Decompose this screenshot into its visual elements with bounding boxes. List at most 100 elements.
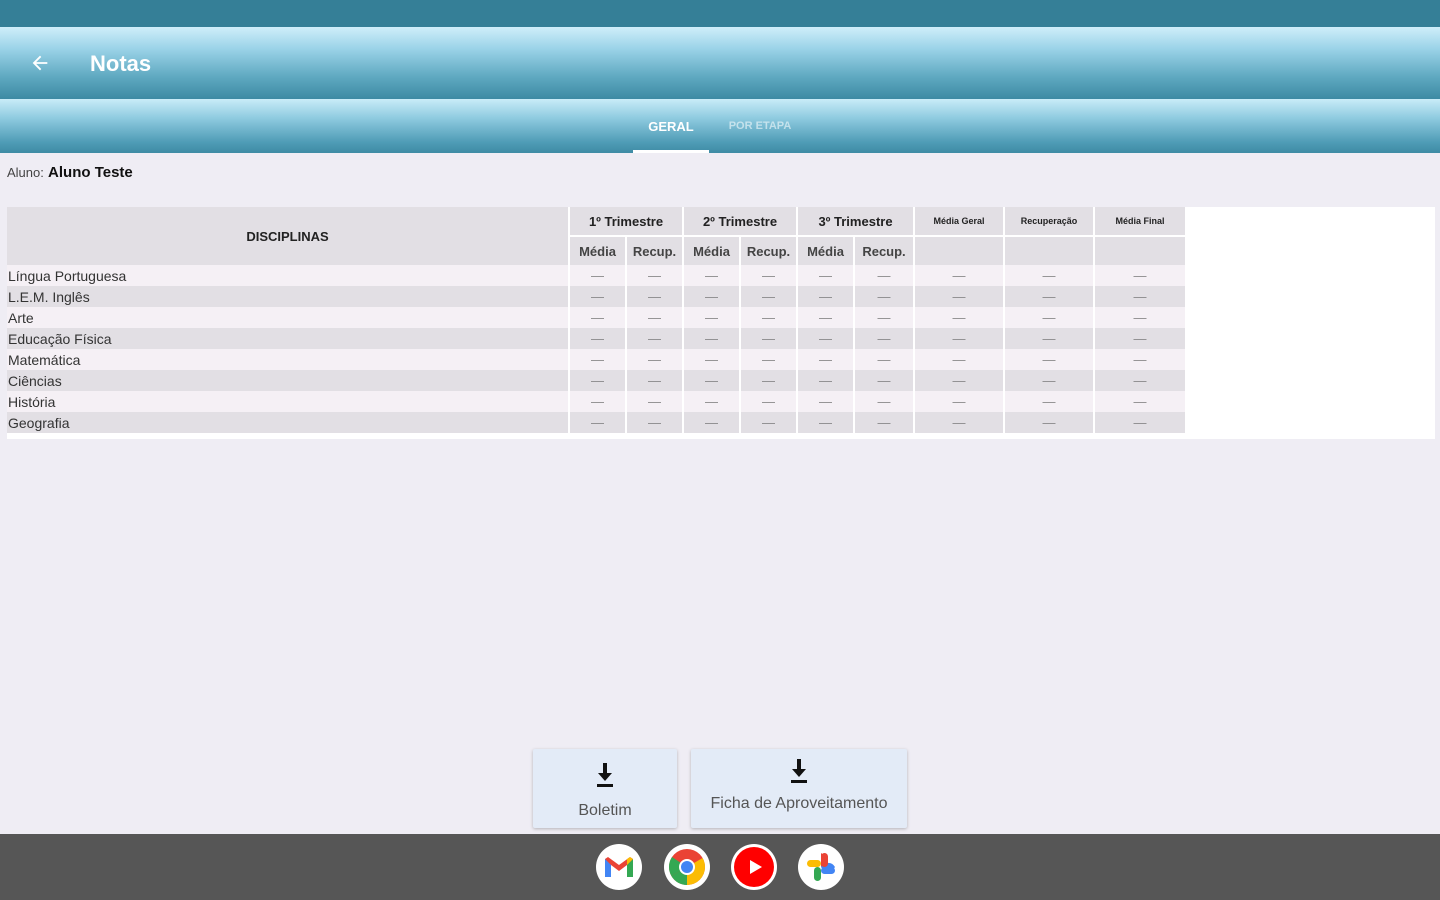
grade-cell: —: [855, 412, 915, 433]
grade-cell: —: [855, 349, 915, 370]
grade-cell: —: [855, 391, 915, 412]
photos-icon[interactable]: [798, 844, 844, 890]
tab-bar: GERAL POR ETAPA: [0, 99, 1440, 153]
grade-cell: —: [1005, 391, 1095, 412]
youtube-icon[interactable]: [731, 844, 777, 890]
table-row: Ciências — — — — — — — — —: [7, 370, 1187, 391]
grade-cell: —: [741, 328, 798, 349]
grade-cell: —: [1095, 412, 1187, 433]
discipline-name: L.E.M. Inglês: [7, 286, 570, 307]
grade-cell: —: [798, 349, 855, 370]
discipline-name: História: [7, 391, 570, 412]
grade-cell: —: [1095, 370, 1187, 391]
student-label: Aluno:: [7, 165, 44, 180]
chrome-icon[interactable]: [664, 844, 710, 890]
grade-cell: —: [915, 328, 1005, 349]
tab-geral[interactable]: GERAL: [633, 99, 709, 153]
grade-cell: —: [798, 412, 855, 433]
grade-cell: —: [855, 307, 915, 328]
tab-por-etapa[interactable]: POR ETAPA: [712, 99, 808, 153]
sub-header-media: Média: [570, 237, 627, 265]
grade-cell: —: [798, 328, 855, 349]
page-title: Notas: [90, 51, 152, 76]
back-button[interactable]: [22, 47, 58, 79]
grade-cell: —: [1005, 286, 1095, 307]
grade-cell: —: [684, 349, 741, 370]
grade-cell: —: [684, 307, 741, 328]
grade-cell: —: [627, 412, 684, 433]
table-row: Geografia — — — — — — — — —: [7, 412, 1187, 433]
grade-cell: —: [798, 307, 855, 328]
grade-cell: —: [684, 265, 741, 286]
ficha-aproveitamento-label: Ficha de Aproveitamento: [710, 795, 888, 812]
grade-cell: —: [627, 391, 684, 412]
sub-header-empty: [915, 237, 1005, 265]
media-geral-header: Média Geral: [915, 207, 1005, 237]
boletim-label: Boletim: [578, 802, 632, 819]
grade-cell: —: [570, 265, 627, 286]
grade-cell: —: [798, 286, 855, 307]
sub-header-recup: Recup.: [627, 237, 684, 265]
grade-cell: —: [741, 286, 798, 307]
app-bar: Notas: [0, 27, 1440, 99]
grade-cell: —: [741, 307, 798, 328]
student-name: Aluno Teste: [48, 164, 133, 181]
grade-cell: —: [684, 328, 741, 349]
grade-cell: —: [855, 370, 915, 391]
grade-cell: —: [1005, 307, 1095, 328]
grade-cell: —: [684, 286, 741, 307]
grade-cell: —: [627, 370, 684, 391]
sub-header-media: Média: [798, 237, 855, 265]
sub-header-empty: [1005, 237, 1095, 265]
grade-cell: —: [798, 370, 855, 391]
grade-cell: —: [915, 307, 1005, 328]
grade-cell: —: [915, 391, 1005, 412]
table-row: História — — — — — — — — —: [7, 391, 1187, 412]
table-row: Educação Física — — — — — — — — —: [7, 328, 1187, 349]
grade-cell: —: [1005, 370, 1095, 391]
grade-cell: —: [1005, 265, 1095, 286]
sub-header-recup: Recup.: [741, 237, 798, 265]
grade-cell: —: [1095, 307, 1187, 328]
table-row: Arte — — — — — — — — —: [7, 307, 1187, 328]
ficha-aproveitamento-button[interactable]: Ficha de Aproveitamento: [691, 749, 907, 828]
arrow-left-icon: [32, 55, 48, 71]
grade-cell: —: [570, 286, 627, 307]
grade-cell: —: [684, 370, 741, 391]
grade-cell: —: [1005, 412, 1095, 433]
grade-cell: —: [570, 412, 627, 433]
recuperacao-header: Recuperação: [1005, 207, 1095, 237]
student-info: Aluno: Aluno Teste: [7, 164, 133, 181]
grade-cell: —: [915, 370, 1005, 391]
grade-cell: —: [570, 328, 627, 349]
status-bar: [0, 0, 1440, 27]
grade-cell: —: [741, 349, 798, 370]
grade-cell: —: [855, 286, 915, 307]
boletim-button[interactable]: Boletim: [533, 749, 677, 828]
grades-table-container: DISCIPLINAS 1º Trimestre 2º Trimestre 3º…: [7, 207, 1435, 439]
grade-cell: —: [1005, 349, 1095, 370]
grade-cell: —: [741, 391, 798, 412]
grade-cell: —: [915, 286, 1005, 307]
grade-cell: —: [855, 328, 915, 349]
grade-cell: —: [570, 349, 627, 370]
grade-cell: —: [915, 265, 1005, 286]
grade-cell: —: [684, 391, 741, 412]
grade-cell: —: [1005, 328, 1095, 349]
grade-cell: —: [1095, 391, 1187, 412]
grade-cell: —: [798, 265, 855, 286]
grade-cell: —: [1095, 349, 1187, 370]
discipline-name: Arte: [7, 307, 570, 328]
grade-cell: —: [798, 391, 855, 412]
grade-cell: —: [1095, 265, 1187, 286]
grade-cell: —: [627, 307, 684, 328]
grade-cell: —: [570, 307, 627, 328]
grade-cell: —: [627, 328, 684, 349]
gmail-icon[interactable]: [596, 844, 642, 890]
grade-cell: —: [627, 265, 684, 286]
grade-cell: —: [627, 349, 684, 370]
grade-cell: —: [570, 391, 627, 412]
grade-cell: —: [741, 370, 798, 391]
grade-cell: —: [1095, 328, 1187, 349]
discipline-name: Língua Portuguesa: [7, 265, 570, 286]
